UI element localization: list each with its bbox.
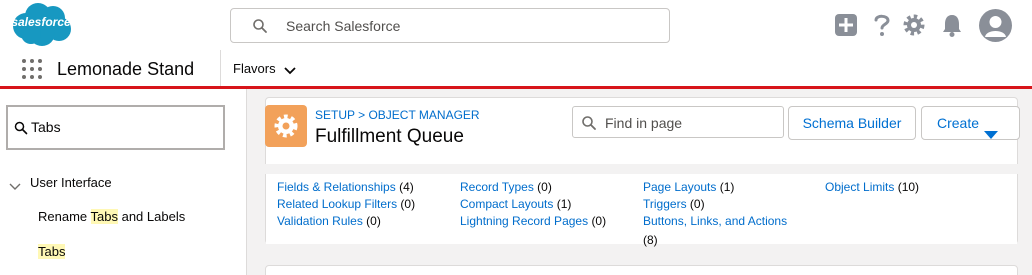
link-related-lookup-filters[interactable]: Related Lookup Filters <box>277 197 397 211</box>
search-highlight: Tabs <box>90 209 118 224</box>
app-name: Lemonade Stand <box>57 59 195 79</box>
help-icon[interactable] <box>870 12 894 38</box>
link-count: (0) <box>537 180 552 194</box>
link-count: (10) <box>897 180 920 194</box>
quick-find-input[interactable]: Tabs <box>6 105 225 150</box>
link-count: (0) <box>591 214 607 228</box>
link-buttons-links-actions[interactable]: Buttons, Links, and Actions <box>643 214 787 228</box>
page-title: Fulfillment Queue <box>315 126 464 147</box>
global-header: salesforce Search Salesforce <box>0 0 1032 50</box>
link-page-layouts[interactable]: Page Layouts <box>643 180 716 194</box>
link-count: (0) <box>400 197 416 211</box>
create-button[interactable]: Create <box>921 106 1020 140</box>
quick-link-validation-rules: Validation Rules (0) <box>277 214 381 228</box>
schema-builder-button[interactable]: Schema Builder <box>788 106 916 140</box>
chevron-down-icon[interactable] <box>283 63 297 81</box>
quick-link-lightning-record-pages: Lightning Record Pages (0) <box>460 214 606 228</box>
link-validation-rules[interactable]: Validation Rules <box>277 214 363 228</box>
quick-link-object-limits: Object Limits (10) <box>825 180 919 194</box>
add-icon[interactable] <box>834 12 858 38</box>
find-in-page-input[interactable]: Find in page <box>572 106 784 138</box>
quick-link-record-types: Record Types (0) <box>460 180 552 194</box>
sidebar-item-tabs[interactable]: Tabs <box>38 244 66 259</box>
quick-link-page-layouts: Page Layouts (1) <box>643 180 734 194</box>
item-text: Rename <box>38 209 91 224</box>
global-search-input[interactable]: Search Salesforce <box>230 8 670 43</box>
link-count: (1) <box>556 197 572 211</box>
object-settings-icon <box>265 105 307 147</box>
nav-divider <box>220 50 221 86</box>
search-icon <box>14 121 28 140</box>
link-count: (1) <box>719 180 735 194</box>
quick-link-fields-relationships: Fields & Relationships (4) <box>277 180 414 194</box>
link-count: (4) <box>399 180 414 194</box>
app-navigation-bar: Lemonade Stand Flavors <box>0 50 1032 89</box>
link-count: (0) <box>689 197 705 211</box>
quick-link-triggers: Triggers (0) <box>643 197 705 211</box>
details-card <box>265 265 1018 275</box>
section-divider <box>265 164 1018 174</box>
create-label: Create <box>937 115 980 131</box>
link-object-limits[interactable]: Object Limits <box>825 180 894 194</box>
link-compact-layouts[interactable]: Compact Layouts <box>460 197 553 211</box>
link-triggers[interactable]: Triggers <box>643 197 687 211</box>
find-placeholder: Find in page <box>605 115 683 131</box>
user-avatar[interactable] <box>979 9 1012 42</box>
nav-item-flavors[interactable]: Flavors <box>233 61 276 76</box>
quick-link-buttons-links-actions: Buttons, Links, and Actions <box>643 214 787 228</box>
quick-link-related-lookup-filters: Related Lookup Filters (0) <box>277 197 415 211</box>
app-launcher-icon[interactable] <box>22 59 42 79</box>
setup-sidebar: Tabs User Interface Rename Tabs and Labe… <box>0 89 247 275</box>
notification-bell-icon[interactable] <box>940 12 964 38</box>
breadcrumb[interactable]: SETUP > OBJECT MANAGER <box>315 108 480 122</box>
salesforce-logo[interactable]: salesforce <box>9 2 73 47</box>
caret-down-icon <box>984 119 998 151</box>
item-text: and Labels <box>117 209 186 224</box>
link-lightning-record-pages[interactable]: Lightning Record Pages <box>460 214 588 228</box>
sidebar-item-rename-tabs-and-labels[interactable]: Rename Tabs and Labels <box>38 209 185 224</box>
quick-find-value: Tabs <box>31 119 61 135</box>
search-icon <box>581 115 597 136</box>
search-icon <box>252 18 268 39</box>
quick-link-compact-layouts: Compact Layouts (1) <box>460 197 571 211</box>
logo-text: salesforce <box>11 15 71 29</box>
link-count: (8) <box>643 233 658 247</box>
search-placeholder: Search Salesforce <box>286 18 401 34</box>
link-record-types[interactable]: Record Types <box>460 180 534 194</box>
link-count: (0) <box>366 214 381 228</box>
search-highlight: Tabs <box>38 244 66 259</box>
tree-group-user-interface[interactable]: User Interface <box>30 175 112 190</box>
setup-gear-icon[interactable] <box>902 12 926 38</box>
chevron-down-icon[interactable] <box>9 178 21 196</box>
link-fields-relationships[interactable]: Fields & Relationships <box>277 180 396 194</box>
